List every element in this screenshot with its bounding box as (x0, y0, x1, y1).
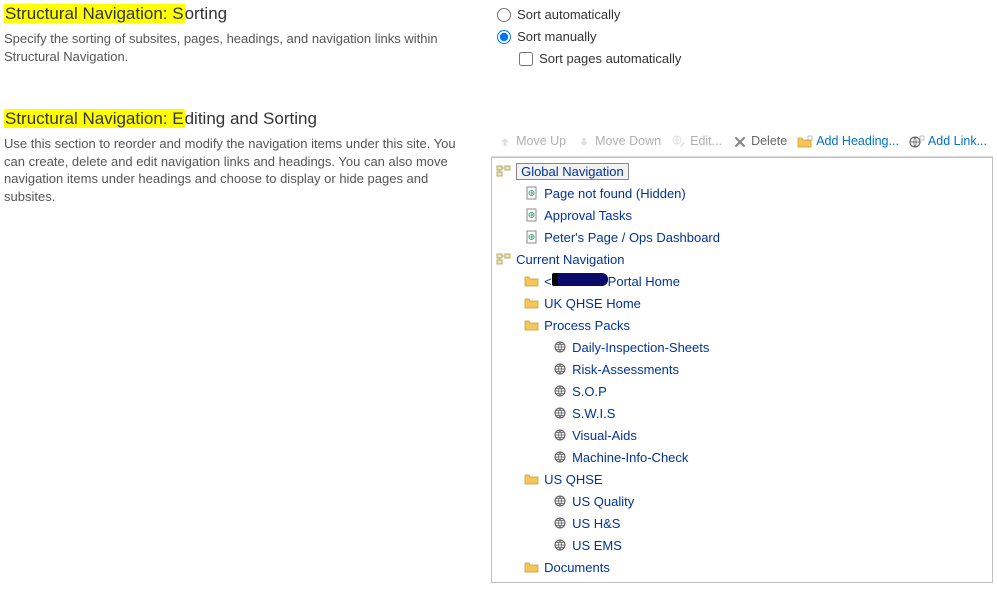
page-icon (524, 229, 540, 245)
edit-button[interactable]: Edit... (667, 132, 726, 152)
sort-auto-row[interactable]: Sort automatically (497, 4, 993, 26)
move-up-button[interactable]: Move Up (493, 132, 570, 152)
tree-root-global[interactable]: Global Navigation (496, 160, 988, 182)
checkbox-sort-pages-auto[interactable] (519, 52, 533, 66)
radio-sort-manual-label: Sort manually (517, 27, 596, 48)
section-sorting-desc: Specify the sorting of subsites, pages, … (4, 30, 461, 65)
move-down-button[interactable]: Move Down (572, 132, 665, 152)
globe-pencil-icon (671, 134, 687, 150)
tree-item-documents[interactable]: Documents (496, 556, 988, 578)
tree-item-uk-qhse[interactable]: UK QHSE Home (496, 292, 988, 314)
tree-item-us-qhse[interactable]: US QHSE (496, 468, 988, 490)
editor-toolbar: Move Up Move Down Edit... (491, 128, 993, 157)
section-editing-desc: Use this section to reorder and modify t… (4, 135, 461, 205)
section-sorting-title: Structural Navigation: Sorting (4, 4, 461, 24)
redacted-text (552, 273, 608, 286)
link-globe-icon (552, 537, 568, 553)
tree-item-portal-home[interactable]: <Portal Home (496, 270, 988, 292)
tree-item-machine-info[interactable]: Machine-Info-Check (496, 446, 988, 468)
tree-item-peters[interactable]: Peter's Page / Ops Dashboard (496, 226, 988, 248)
tree-item-swis[interactable]: S.W.I.S (496, 402, 988, 424)
link-globe-icon (552, 361, 568, 377)
tree-item-approval[interactable]: Approval Tasks (496, 204, 988, 226)
folder-icon (524, 295, 540, 311)
add-link-button[interactable]: Add Link... (905, 132, 991, 152)
folder-icon (524, 317, 540, 333)
folder-icon (524, 559, 540, 575)
radio-sort-manual[interactable] (497, 30, 511, 44)
delete-button[interactable]: Delete (728, 132, 791, 152)
tree-root-current[interactable]: Current Navigation (496, 248, 988, 270)
tree-item-visual-aids[interactable]: Visual-Aids (496, 424, 988, 446)
add-heading-button[interactable]: Add Heading... (793, 132, 903, 152)
globe-link-icon (909, 134, 925, 150)
tree-item-us-hs[interactable]: US H&S (496, 512, 988, 534)
sort-pages-auto-row[interactable]: Sort pages automatically (519, 48, 993, 70)
folder-new-icon (797, 134, 813, 150)
section-editing: Structural Navigation: Editing and Sorti… (4, 109, 461, 205)
radio-sort-auto[interactable] (497, 8, 511, 22)
link-globe-icon (552, 427, 568, 443)
link-globe-icon (552, 515, 568, 531)
link-globe-icon (552, 493, 568, 509)
tree-item-page-not-found[interactable]: Page not found (Hidden) (496, 182, 988, 204)
tree-item-sop[interactable]: S.O.P (496, 380, 988, 402)
delete-x-icon (732, 134, 748, 150)
folder-icon (524, 273, 540, 289)
tree-item-process-packs[interactable]: Process Packs (496, 314, 988, 336)
arrow-down-icon (576, 134, 592, 150)
navigation-tree[interactable]: Global Navigation Page not found (Hidden… (491, 157, 993, 583)
section-editing-title: Structural Navigation: Editing and Sorti… (4, 109, 461, 129)
folder-icon (524, 471, 540, 487)
link-globe-icon (552, 339, 568, 355)
link-globe-icon (552, 449, 568, 465)
checkbox-sort-pages-auto-label: Sort pages automatically (539, 49, 681, 70)
link-globe-icon (552, 383, 568, 399)
sort-manual-row[interactable]: Sort manually (497, 26, 993, 48)
section-sorting-title-highlight: Structural Navigation: S (4, 4, 185, 23)
tree-item-us-quality[interactable]: US Quality (496, 490, 988, 512)
navigation-editor: Move Up Move Down Edit... (491, 128, 993, 583)
tree-item-daily-inspection[interactable]: Daily-Inspection-Sheets (496, 336, 988, 358)
nav-root-icon (496, 251, 512, 267)
radio-sort-auto-label: Sort automatically (517, 5, 620, 26)
page-icon (524, 185, 540, 201)
tree-item-us-ems[interactable]: US EMS (496, 534, 988, 556)
tree-item-risk[interactable]: Risk-Assessments (496, 358, 988, 380)
arrow-up-icon (497, 134, 513, 150)
page-icon (524, 207, 540, 223)
nav-root-icon (496, 163, 512, 179)
section-editing-title-highlight: Structural Navigation: E (4, 109, 185, 128)
sort-options: Sort automatically Sort manually Sort pa… (491, 4, 993, 70)
link-globe-icon (552, 405, 568, 421)
section-sorting: Structural Navigation: Sorting Specify t… (4, 4, 461, 65)
